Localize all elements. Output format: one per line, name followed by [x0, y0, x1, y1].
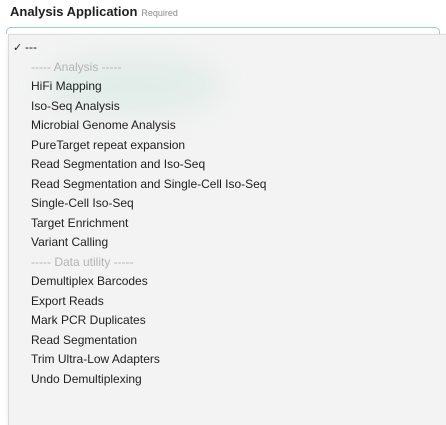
option-iso-seq-analysis[interactable]: Iso-Seq Analysis [9, 97, 446, 117]
option-mark-pcr-duplicates[interactable]: Mark PCR Duplicates [9, 311, 446, 331]
option-read-segmentation-single-cell-iso-seq[interactable]: Read Segmentation and Single-Cell Iso-Se… [9, 175, 446, 195]
option-export-reads[interactable]: Export Reads [9, 292, 446, 312]
field-label-text: Analysis Application [10, 4, 138, 19]
required-indicator: Required [141, 8, 178, 18]
dropdown-options-list: ✓ --- ----- Analysis ----- HiFi Mapping I… [8, 34, 446, 425]
option-target-enrichment[interactable]: Target Enrichment [9, 214, 446, 234]
field-label: Analysis Application Required [10, 4, 178, 22]
option-read-segmentation-iso-seq[interactable]: Read Segmentation and Iso-Seq [9, 155, 446, 175]
analysis-application-select[interactable] [6, 27, 440, 34]
group-header-analysis: ----- Analysis ----- [31, 59, 122, 74]
option-demultiplex-barcodes[interactable]: Demultiplex Barcodes [9, 272, 446, 292]
option-microbial-genome-analysis[interactable]: Microbial Genome Analysis [9, 116, 446, 136]
group-header-data-utility: ----- Data utility ----- [31, 254, 134, 269]
option-single-cell-iso-seq[interactable]: Single-Cell Iso-Seq [9, 194, 446, 214]
option-label: --- [25, 40, 37, 54]
option-undo-demultiplexing[interactable]: Undo Demultiplexing [9, 370, 446, 390]
option-hifi-mapping[interactable]: HiFi Mapping [9, 77, 446, 97]
option-trim-ultra-low-adapters[interactable]: Trim Ultra-Low Adapters [9, 350, 446, 370]
option-empty-selected[interactable]: ✓ --- [9, 38, 446, 58]
option-variant-calling[interactable]: Variant Calling [9, 233, 446, 253]
check-icon: ✓ [13, 42, 23, 54]
option-puretarget-repeat-expansion[interactable]: PureTarget repeat expansion [9, 136, 446, 156]
option-read-segmentation[interactable]: Read Segmentation [9, 331, 446, 351]
